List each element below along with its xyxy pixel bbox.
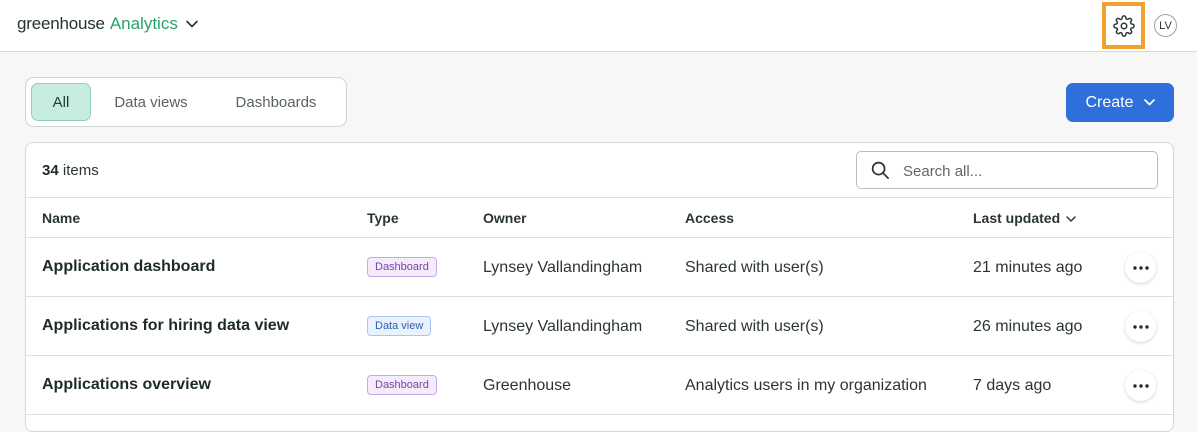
tab-dashboards[interactable]: Dashboards — [216, 83, 336, 121]
app-switcher[interactable]: greenhouse Analytics — [17, 14, 198, 34]
more-horizontal-icon — [1132, 265, 1149, 270]
table-row[interactable]: Application dashboard Dashboard Lynsey V… — [26, 238, 1173, 297]
row-actions-button[interactable] — [1125, 370, 1156, 401]
row-access: Shared with user(s) — [685, 259, 824, 276]
search-input[interactable] — [901, 159, 1145, 183]
row-owner: Lynsey Vallandingham — [483, 318, 643, 335]
type-badge: Data view — [367, 316, 432, 336]
row-actions-button[interactable] — [1125, 252, 1156, 283]
gear-icon — [1112, 14, 1135, 37]
table-header: Name Type Owner Access Last updated — [26, 197, 1173, 238]
items-count: 34 items — [42, 162, 99, 179]
row-access: Shared with user(s) — [685, 318, 824, 335]
row-last-updated: 21 minutes ago — [973, 259, 1083, 276]
column-header-type[interactable]: Type — [367, 210, 399, 226]
brand-logo-text: greenhouse — [17, 14, 105, 33]
row-owner: Lynsey Vallandingham — [483, 259, 643, 276]
user-avatar[interactable]: LV — [1154, 14, 1177, 37]
column-header-owner[interactable]: Owner — [483, 210, 527, 226]
search-field[interactable] — [856, 151, 1158, 189]
row-name-link[interactable]: Applications overview — [42, 376, 211, 394]
tab-all[interactable]: All — [31, 83, 91, 121]
row-last-updated: 7 days ago — [973, 377, 1052, 394]
items-count-number: 34 — [42, 162, 59, 179]
column-header-name[interactable]: Name — [42, 210, 80, 226]
row-actions-button[interactable] — [1125, 311, 1156, 342]
type-badge: Dashboard — [367, 257, 437, 277]
create-button-label: Create — [1085, 93, 1134, 111]
row-last-updated: 26 minutes ago — [973, 318, 1083, 335]
column-header-last-updated[interactable]: Last updated — [973, 210, 1076, 226]
row-name-link[interactable]: Application dashboard — [42, 258, 215, 276]
row-name-link[interactable]: Applications for hiring data view — [42, 317, 289, 335]
more-horizontal-icon — [1132, 324, 1149, 329]
table-row[interactable]: Applications overview Dashboard Greenhou… — [26, 356, 1173, 415]
items-panel: 34 items Name Type Owner Access Last upd… — [25, 142, 1174, 432]
type-badge: Dashboard — [367, 375, 437, 395]
brand-product-name: Analytics — [109, 14, 178, 33]
table-row[interactable]: Applications for hiring data view Data v… — [26, 297, 1173, 356]
chevron-down-icon — [1066, 216, 1076, 223]
row-access: Analytics users in my organization — [685, 377, 927, 394]
tab-data-views[interactable]: Data views — [96, 83, 206, 121]
settings-button[interactable] — [1102, 2, 1145, 49]
row-owner: Greenhouse — [483, 377, 572, 394]
type-filter-tabs: All Data views Dashboards — [25, 77, 347, 127]
more-horizontal-icon — [1132, 383, 1149, 388]
column-header-access[interactable]: Access — [685, 210, 734, 226]
search-icon — [871, 161, 890, 185]
create-button[interactable]: Create — [1066, 83, 1174, 122]
chevron-down-icon — [1143, 99, 1155, 106]
chevron-down-icon — [186, 20, 198, 28]
top-bar: greenhouse Analytics LV — [0, 0, 1197, 52]
column-header-last-updated-label: Last updated — [973, 210, 1061, 226]
items-count-label: items — [62, 162, 99, 179]
